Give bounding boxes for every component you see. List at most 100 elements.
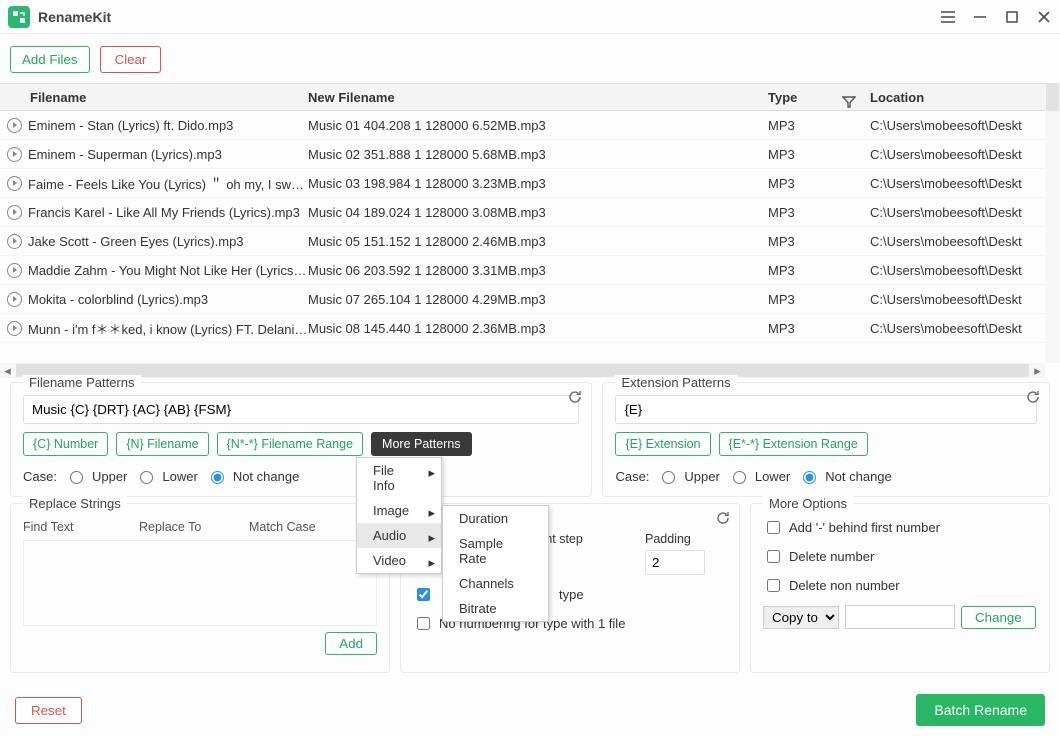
copy-to-select[interactable]: Copy to: [763, 606, 839, 629]
menu-image[interactable]: Image▸: [357, 498, 441, 523]
delete-number-checkbox[interactable]: [767, 550, 780, 563]
delete-nonnumber-label: Delete non number: [789, 578, 900, 593]
refresh-icon[interactable]: [1025, 389, 1041, 408]
table-row[interactable]: Francis Karel - Like All My Friends (Lyr…: [0, 198, 1060, 227]
panel-title: More Options: [763, 496, 853, 511]
play-icon[interactable]: [0, 118, 28, 133]
tag-c-number[interactable]: {C} Number: [23, 432, 108, 456]
refresh-icon[interactable]: [567, 389, 583, 408]
cell-location: C:\Users\mobeesoft\Deskt: [860, 176, 1060, 191]
table-row[interactable]: Maddie Zahm - You Might Not Like Her (Ly…: [0, 256, 1060, 285]
scroll-right-icon[interactable]: ▸: [1030, 363, 1045, 378]
hamburger-icon[interactable]: [932, 0, 964, 34]
padding-input[interactable]: [645, 550, 705, 575]
reset-button[interactable]: Reset: [15, 697, 82, 724]
titlebar: RenameKit: [0, 0, 1060, 34]
col-new-filename[interactable]: New Filename: [308, 90, 768, 105]
play-icon[interactable]: [0, 147, 28, 162]
case-notchange-radio[interactable]: Not change: [798, 468, 892, 484]
cell-new-filename: Music 01 404.208 1 128000 6.52MB.mp3: [308, 118, 768, 133]
menu-file-info[interactable]: File Info▸: [357, 458, 441, 498]
more-patterns-button[interactable]: More Patterns: [371, 432, 472, 456]
chevron-right-icon: ▸: [428, 505, 435, 521]
menu-bitrate[interactable]: Bitrate: [443, 596, 548, 621]
menu-audio[interactable]: Audio▸: [357, 523, 441, 548]
tag-n-range[interactable]: {N*-*} Filename Range: [217, 432, 363, 456]
case-lower-radio[interactable]: Lower: [135, 468, 197, 484]
case-label: Case:: [615, 469, 649, 484]
menu-channels[interactable]: Channels: [443, 571, 548, 596]
no-numbering-checkbox[interactable]: [417, 617, 430, 630]
menu-duration[interactable]: Duration: [443, 506, 548, 531]
menu-sample-rate[interactable]: Sample Rate: [443, 531, 548, 571]
delete-nonnumber-checkbox[interactable]: [767, 579, 780, 592]
cell-location: C:\Users\mobeesoft\Deskt: [860, 263, 1060, 278]
cell-new-filename: Music 04 189.024 1 128000 3.08MB.mp3: [308, 205, 768, 220]
cell-location: C:\Users\mobeesoft\Deskt: [860, 147, 1060, 162]
copy-to-path-input[interactable]: [845, 605, 955, 629]
chevron-right-icon: ▸: [428, 465, 435, 481]
cell-filename: Jake Scott - Green Eyes (Lyrics).mp3: [28, 234, 308, 249]
cell-new-filename: Music 08 145.440 1 128000 2.36MB.mp3: [308, 321, 768, 336]
app-title: RenameKit: [38, 9, 111, 25]
case-notchange-radio[interactable]: Not change: [206, 468, 300, 484]
add-button[interactable]: Add: [325, 632, 377, 655]
type-checkbox[interactable]: [417, 588, 430, 601]
play-icon[interactable]: [0, 176, 28, 191]
scroll-left-icon[interactable]: ◂: [0, 363, 15, 378]
more-patterns-menu: File Info▸ Image▸ Audio▸ Video▸: [356, 457, 442, 574]
case-upper-radio[interactable]: Upper: [657, 468, 719, 484]
extension-pattern-input[interactable]: [615, 395, 1037, 424]
case-upper-radio[interactable]: Upper: [65, 468, 127, 484]
col-location[interactable]: Location: [860, 90, 1060, 105]
cell-new-filename: Music 07 265.104 1 128000 4.29MB.mp3: [308, 292, 768, 307]
more-options-panel: More Options Add '-' behind first number…: [750, 503, 1050, 673]
filter-icon[interactable]: [842, 95, 856, 112]
tag-e-range[interactable]: {E*-*} Extension Range: [719, 432, 868, 456]
vertical-scrollbar[interactable]: [1045, 83, 1060, 363]
close-icon[interactable]: [1028, 0, 1060, 34]
table-row[interactable]: Mokita - colorblind (Lyrics).mp3Music 07…: [0, 285, 1060, 314]
play-icon[interactable]: [0, 292, 28, 307]
extension-patterns-panel: Extension Patterns {E} Extension {E*-*} …: [602, 382, 1050, 497]
cell-type: MP3: [768, 234, 860, 249]
replace-list[interactable]: [23, 540, 377, 626]
change-button[interactable]: Change: [961, 606, 1036, 629]
horizontal-scrollbar[interactable]: ◂ ▸: [0, 363, 1045, 378]
add-files-button[interactable]: Add Files: [10, 46, 90, 73]
table-row[interactable]: Faime - Feels Like You (Lyrics) ＂ oh my,…: [0, 169, 1060, 198]
clear-button[interactable]: Clear: [100, 46, 162, 73]
app-logo-icon: [8, 6, 30, 28]
replace-strings-panel: Replace Strings Find Text Replace To Mat…: [10, 503, 390, 673]
col-type[interactable]: Type: [768, 90, 860, 105]
table-row[interactable]: Eminem - Stan (Lyrics) ft. Dido.mp3Music…: [0, 111, 1060, 140]
table-row[interactable]: Munn - i'm f＊＊ked, i know (Lyrics) FT. D…: [0, 314, 1060, 343]
table-row[interactable]: Jake Scott - Green Eyes (Lyrics).mp3Musi…: [0, 227, 1060, 256]
menu-video[interactable]: Video▸: [357, 548, 441, 573]
add-dash-label: Add '-' behind first number: [789, 520, 940, 535]
filename-pattern-input[interactable]: [23, 395, 579, 424]
panel-title: Extension Patterns: [615, 375, 736, 390]
play-icon[interactable]: [0, 321, 28, 336]
col-filename[interactable]: Filename: [28, 90, 308, 105]
padding-label: Padding: [645, 532, 705, 546]
minimize-icon[interactable]: [964, 0, 996, 34]
play-icon[interactable]: [0, 263, 28, 278]
refresh-icon[interactable]: [715, 510, 731, 529]
maximize-icon[interactable]: [996, 0, 1028, 34]
case-lower-radio[interactable]: Lower: [728, 468, 790, 484]
play-icon[interactable]: [0, 205, 28, 220]
cell-filename: Maddie Zahm - You Might Not Like Her (Ly…: [28, 263, 308, 278]
table-row[interactable]: Eminem - Superman (Lyrics).mp3Music 02 3…: [0, 140, 1060, 169]
cell-type: MP3: [768, 263, 860, 278]
panel-title: Filename Patterns: [23, 375, 141, 390]
add-dash-checkbox[interactable]: [767, 521, 780, 534]
cell-type: MP3: [768, 321, 860, 336]
batch-rename-button[interactable]: Batch Rename: [916, 694, 1045, 726]
tag-n-filename[interactable]: {N} Filename: [116, 432, 208, 456]
play-icon[interactable]: [0, 234, 28, 249]
file-table: Filename New Filename Type Location Emin…: [0, 83, 1060, 363]
col-replace-to: Replace To: [139, 520, 249, 534]
tag-e-extension[interactable]: {E} Extension: [615, 432, 710, 456]
table-header: Filename New Filename Type Location: [0, 83, 1060, 111]
